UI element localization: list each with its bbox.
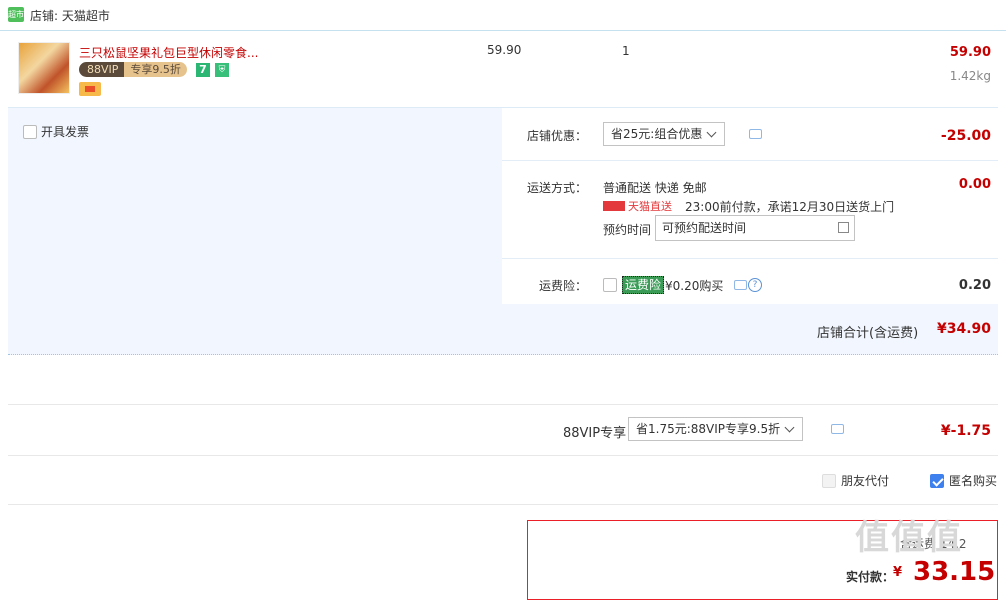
invoice-label: 开具发票 bbox=[41, 125, 90, 139]
booking-time-label: 预约时间 bbox=[603, 223, 652, 237]
insurance-price: ¥0.20购买 bbox=[665, 279, 724, 293]
product-title[interactable]: 三只松鼠坚果礼包巨型休闲零食... bbox=[79, 44, 258, 61]
friend-pay-label: 朋友代付 bbox=[841, 474, 890, 488]
tmall-cat-icon bbox=[603, 201, 625, 211]
calendar-icon[interactable] bbox=[838, 222, 849, 233]
insurance-chat-icon[interactable] bbox=[734, 280, 747, 290]
divider bbox=[8, 504, 998, 505]
shipping-label: 运送方式： bbox=[527, 181, 588, 195]
watermark-logo: 值值值 bbox=[855, 518, 963, 558]
tmall-direct-label: 天猫直送 bbox=[628, 200, 672, 213]
vip-chat-icon[interactable] bbox=[831, 424, 844, 434]
insurance-label: 运费险： bbox=[539, 279, 588, 293]
shop-name[interactable]: 店铺: 天猫超市 bbox=[30, 7, 110, 24]
invoice-option[interactable]: 开具发票 bbox=[23, 123, 89, 140]
anonymous-option[interactable]: 匿名购买 bbox=[930, 472, 997, 489]
insurance-checkbox[interactable] bbox=[603, 278, 617, 292]
shipping-method: 普通配送 快递 免邮 bbox=[603, 181, 707, 195]
item-total: 59.90 bbox=[949, 45, 991, 60]
friend-pay-checkbox[interactable] bbox=[822, 473, 836, 488]
divider bbox=[8, 404, 998, 405]
shop-discount-select[interactable]: 省25元:组合优惠 bbox=[603, 122, 726, 146]
chat-icon[interactable] bbox=[749, 129, 762, 139]
shop-total-amount: ¥34.90 bbox=[936, 321, 991, 337]
product-thumbnail[interactable] bbox=[18, 42, 70, 94]
vip-amount: ¥-1.75 bbox=[940, 423, 991, 439]
shop-discount-label: 店铺优惠： bbox=[527, 129, 588, 143]
anonymous-label: 匿名购买 bbox=[949, 474, 998, 488]
vip-discount-select[interactable]: 省1.75元:88VIP专享9.5折 bbox=[628, 417, 804, 441]
vip-tag-discount: 专享9.5折 bbox=[124, 62, 187, 77]
vip-discount-tag: 88VIP 专享9.5折 bbox=[79, 62, 187, 77]
shop-total-label: 店铺合计(含运费) bbox=[817, 326, 919, 341]
pay-label: 实付款： bbox=[846, 570, 895, 584]
booking-time-placeholder: 可预约配送时间 bbox=[662, 221, 747, 235]
tmall-supermarket-icon: 超市 bbox=[8, 7, 24, 22]
help-icon[interactable]: ? bbox=[748, 278, 762, 292]
insurance-amount: 0.20 bbox=[958, 278, 991, 293]
quantity: 1 bbox=[622, 44, 630, 58]
divider bbox=[8, 455, 998, 456]
insurance-tag: 运费险 bbox=[622, 276, 665, 294]
tmall-direct-tag: 天猫直送 bbox=[603, 198, 672, 214]
shop-header bbox=[0, 0, 1006, 31]
anonymous-checkbox[interactable] bbox=[930, 473, 944, 488]
unit-price: 59.90 bbox=[487, 43, 522, 57]
item-weight: 1.42kg bbox=[949, 69, 991, 83]
delivery-promise: 23:00前付款，承诺12月30日送货上门 bbox=[685, 200, 895, 214]
seven-day-return-icon: 7 bbox=[196, 63, 210, 77]
booking-time-input[interactable]: 可预约配送时间 bbox=[655, 215, 855, 241]
friend-pay-option[interactable]: 朋友代付 bbox=[822, 472, 889, 489]
shop-discount-amount: -25.00 bbox=[940, 128, 991, 144]
guarantee-shield-icon: ⛨ bbox=[215, 63, 229, 77]
currency-symbol: ¥ bbox=[893, 565, 903, 580]
shipping-amount: 0.00 bbox=[958, 177, 991, 192]
invoice-checkbox[interactable] bbox=[23, 124, 37, 139]
card-payment-icon bbox=[79, 82, 101, 96]
vip-label: 88VIP专享 bbox=[563, 426, 627, 441]
pay-amount: 33.15 bbox=[913, 557, 996, 587]
vip-tag-label: 88VIP bbox=[79, 62, 125, 77]
